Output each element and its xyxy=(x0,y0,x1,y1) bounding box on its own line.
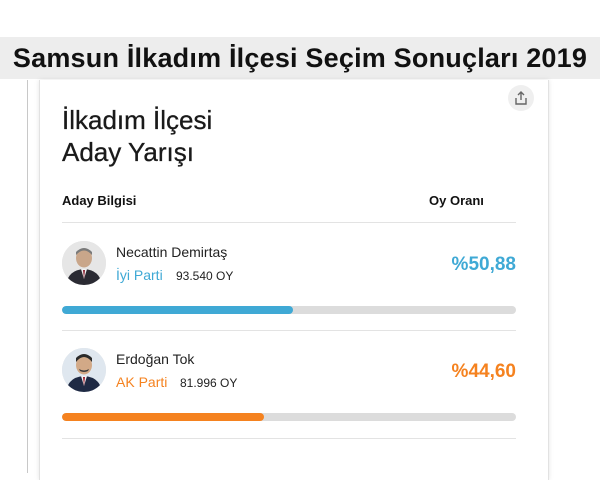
candidate-row[interactable]: Necattin Demirtaş İyi Parti 93.540 OY %5… xyxy=(62,241,516,329)
vote-bar-track xyxy=(62,413,516,421)
column-header-candidate: Aday Bilgisi xyxy=(62,193,137,208)
share-button[interactable] xyxy=(508,85,534,111)
avatar xyxy=(62,241,106,285)
candidate-percentage: %44,60 xyxy=(451,361,516,382)
candidate-votes: 81.996 OY xyxy=(180,376,238,390)
vote-bar-track xyxy=(62,306,516,314)
column-header-vote-rate: Oy Oranı xyxy=(429,193,484,208)
election-card: İlkadım İlçesi Aday Yarışı Aday Bilgisi … xyxy=(39,80,549,480)
candidate-party: İyi Parti xyxy=(116,267,163,283)
card-title-line1: İlkadım İlçesi xyxy=(62,105,213,135)
page-edge-divider xyxy=(27,80,28,473)
candidate-row[interactable]: Erdoğan Tok AK Parti 81.996 OY %44,60 xyxy=(62,348,516,436)
candidate-name: Necattin Demirtaş xyxy=(116,244,228,260)
candidate-party: AK Parti xyxy=(116,374,168,390)
card-title-line2: Aday Yarışı xyxy=(62,137,194,167)
row-divider xyxy=(62,330,516,331)
vote-bar-fill xyxy=(62,306,293,314)
banner-title: Samsun İlkadım İlçesi Seçim Sonuçları 20… xyxy=(12,42,588,73)
avatar xyxy=(62,348,106,392)
share-icon xyxy=(515,91,527,105)
row-divider xyxy=(62,438,516,439)
candidate-percentage: %50,88 xyxy=(451,254,516,275)
page-banner: Samsun İlkadım İlçesi Seçim Sonuçları 20… xyxy=(0,37,600,79)
header-divider xyxy=(62,222,516,223)
candidate-votes: 93.540 OY xyxy=(176,269,234,283)
vote-bar-fill xyxy=(62,413,265,421)
candidate-name: Erdoğan Tok xyxy=(116,351,195,367)
card-title: İlkadım İlçesi Aday Yarışı xyxy=(62,104,213,168)
